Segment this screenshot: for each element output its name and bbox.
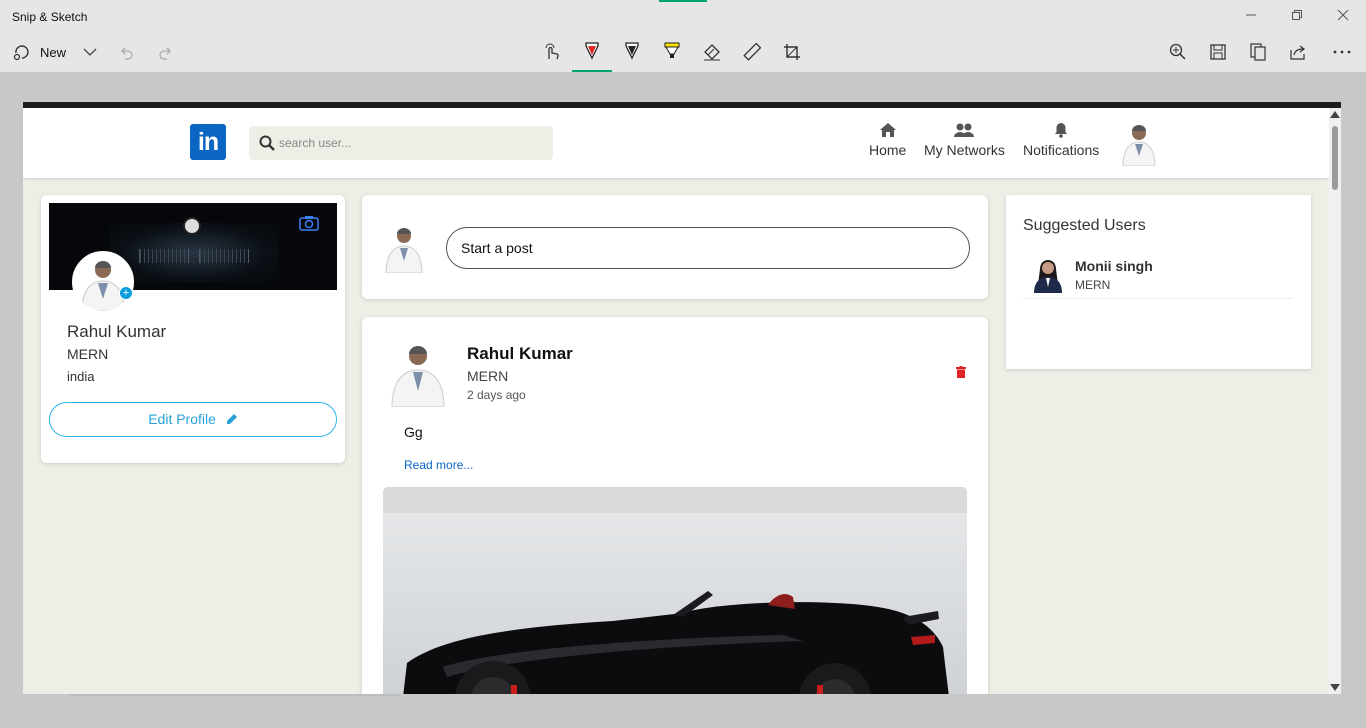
suggested-users-title: Suggested Users	[1023, 217, 1146, 234]
post-timestamp: 2 days ago	[467, 388, 526, 402]
linkedin-logo[interactable]: in	[190, 124, 226, 160]
more-icon	[1333, 50, 1351, 54]
minimize-button[interactable]	[1236, 6, 1266, 26]
camera-icon[interactable]	[299, 215, 319, 231]
close-button[interactable]	[1328, 6, 1358, 26]
ruler-icon	[743, 43, 761, 61]
search-box[interactable]	[249, 126, 553, 160]
copy-button[interactable]	[1246, 38, 1270, 66]
minimize-icon	[1246, 14, 1256, 16]
touch-writing-button[interactable]	[540, 38, 564, 66]
pencil-icon	[625, 42, 639, 60]
composer-user-photo	[385, 228, 423, 274]
home-icon	[879, 123, 896, 137]
feed-post: Rahul Kumar MERN 2 days ago Gg Read more…	[362, 317, 988, 694]
nav-user-avatar[interactable]	[1119, 122, 1159, 167]
profile-photo	[74, 253, 132, 311]
zoom-in-icon	[1169, 43, 1186, 60]
search-icon	[259, 135, 275, 151]
profile-location: india	[67, 369, 95, 384]
profile-avatar[interactable]	[72, 251, 134, 313]
pencil-button[interactable]	[620, 38, 644, 66]
scroll-down-icon[interactable]	[1330, 684, 1340, 691]
post-body: Gg	[404, 424, 423, 440]
restore-button[interactable]	[1282, 6, 1312, 26]
scrollbar-thumb[interactable]	[1332, 126, 1338, 190]
nav-home[interactable]: Home	[869, 122, 906, 158]
suggested-user-name: Monii singh	[1075, 258, 1153, 274]
redo-icon	[159, 47, 171, 60]
touch-writing-icon	[545, 43, 559, 60]
post-image[interactable]	[383, 487, 967, 694]
nav-my-networks-label: My Networks	[924, 142, 1005, 158]
suggested-user-role: MERN	[1075, 278, 1111, 292]
save-button[interactable]	[1206, 38, 1230, 66]
new-dropdown-button[interactable]	[80, 38, 100, 66]
highlighter-icon	[664, 42, 680, 58]
share-icon	[1290, 45, 1305, 60]
save-icon	[1210, 44, 1226, 60]
zoom-button[interactable]	[1166, 38, 1190, 66]
bmw-logo	[183, 217, 201, 235]
post-composer: Start a post	[362, 195, 988, 299]
eraser-button[interactable]	[700, 38, 724, 66]
horizontal-scroll-indicator	[70, 694, 400, 696]
users-icon	[954, 123, 975, 137]
nav-notifications-label: Notifications	[1023, 142, 1100, 158]
pencil-edit-icon	[226, 414, 237, 424]
trash-icon[interactable]	[956, 366, 966, 378]
nav-my-networks[interactable]: My Networks	[924, 122, 1005, 158]
user-photo	[1122, 125, 1156, 167]
ruler-button[interactable]	[740, 38, 764, 66]
captured-screenshot: in Home My Networks Notifications	[23, 102, 1341, 694]
suggested-user-photo	[1034, 260, 1062, 293]
crop-icon	[784, 44, 800, 60]
add-photo-icon[interactable]: +	[119, 286, 133, 300]
sketch-toolbar: New	[0, 34, 1366, 72]
start-post-input[interactable]: Start a post	[446, 227, 970, 269]
tool-chevron-icon	[588, 62, 596, 74]
crop-button[interactable]	[780, 38, 804, 66]
new-label: New	[40, 44, 67, 60]
top-navbar: in Home My Networks Notifications	[23, 108, 1329, 178]
share-button[interactable]	[1286, 38, 1310, 66]
scroll-up-icon[interactable]	[1330, 111, 1340, 118]
nav-notifications[interactable]: Notifications	[1023, 122, 1099, 158]
post-author-name[interactable]: Rahul Kumar	[467, 344, 573, 364]
close-icon	[1337, 9, 1349, 21]
suggested-user-avatar	[1031, 255, 1065, 293]
more-options-button[interactable]	[1330, 38, 1354, 66]
highlighter-button[interactable]	[660, 38, 684, 66]
car-photo	[403, 591, 949, 694]
snip-icon	[13, 45, 29, 61]
search-input[interactable]	[279, 126, 539, 160]
new-snip-button[interactable]: New	[12, 38, 66, 66]
title-accent	[659, 0, 707, 2]
profile-card: + Rahul Kumar MERN india Edit Profile	[41, 195, 345, 463]
post-author-photo	[391, 346, 445, 408]
edit-profile-label: Edit Profile	[148, 411, 216, 427]
chevron-down-icon	[83, 48, 97, 56]
profile-name: Rahul Kumar	[67, 322, 167, 341]
suggested-user-item[interactable]: Monii singh MERN	[1023, 251, 1293, 299]
profile-role: MERN	[67, 346, 109, 362]
restore-icon	[1292, 10, 1302, 20]
read-more-link[interactable]: Read more...	[404, 458, 473, 472]
window-title-bar: Snip & Sketch	[0, 0, 1366, 34]
ballpoint-pen-icon	[585, 42, 599, 60]
undo-icon	[121, 47, 133, 60]
edit-profile-button[interactable]: Edit Profile	[49, 402, 337, 437]
app-title: Snip & Sketch	[12, 10, 88, 24]
composer-avatar	[382, 223, 426, 274]
nav-home-label: Home	[869, 142, 907, 158]
vertical-scrollbar[interactable]	[1329, 108, 1341, 694]
undo-button[interactable]	[116, 38, 136, 66]
post-author-role: MERN	[467, 368, 509, 384]
copy-icon	[1250, 43, 1266, 61]
suggested-users-card: Suggested Users Monii singh MERN	[1006, 195, 1311, 369]
redo-button[interactable]	[156, 38, 176, 66]
eraser-icon	[704, 44, 720, 61]
post-author-avatar[interactable]	[388, 339, 448, 408]
bell-icon	[1055, 123, 1068, 138]
